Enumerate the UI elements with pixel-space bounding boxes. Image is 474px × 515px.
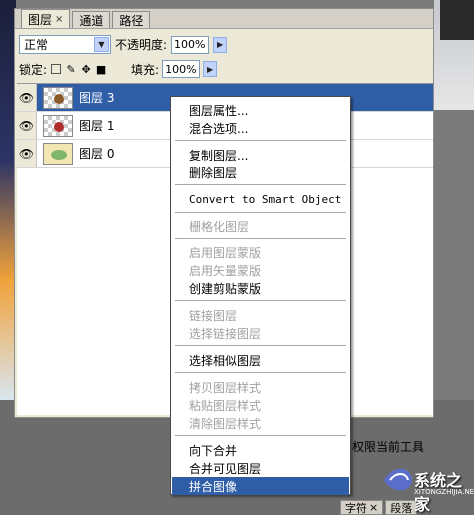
menu-item-enable-layer-mask: 启用图层蒙版 [189,245,262,260]
chevron-right-icon[interactable]: ▶ [213,36,228,53]
layer-name: 图层 3 [79,91,115,105]
menu-item-flatten-image[interactable]: 拼合图像 [172,477,349,495]
lock-fill-row: 锁定: ✎ ✥ ■ 填充: 100% ▶ [19,60,218,78]
blend-mode-select[interactable]: 正常 ▼ [19,35,111,54]
menu-divider [175,300,346,301]
tab-label: 通道 [79,13,104,28]
lock-label: 锁定: [19,62,48,77]
menu-divider [175,372,346,373]
fill-label: 填充: [131,62,160,77]
menu-item-paste-layer-style: 粘贴图层样式 [189,398,262,413]
layer-name: 图层 1 [79,119,115,133]
menu-item-clear-layer-style: 清除图层样式 [189,416,262,431]
tab-layers[interactable]: 图层 × [21,9,71,28]
menu-item-link-layers: 链接图层 [189,308,238,323]
menu-item-create-clipping-mask[interactable]: 创建剪贴蒙版 [172,279,349,297]
menu-item-duplicate-layer[interactable]: 复制图层... [172,146,349,164]
tab-label: 字符 [345,501,367,515]
menu-item-layer-properties[interactable]: 图层属性... [172,101,349,119]
layer-thumbnail [43,114,73,137]
lock-paint-icon[interactable]: ✎ [65,63,77,76]
menu-item-merge-down[interactable]: 向下合并 [172,441,349,459]
layer-context-menu: 图层属性... 混合选项... 复制图层... 删除图层 Convert to … [170,96,351,495]
blend-mode-value: 正常 [24,38,49,52]
tab-label: 路径 [119,13,144,28]
menu-item-rasterize-layer: 栅格化图层 [189,219,250,234]
blend-opacity-row: 正常 ▼ 不透明度: 100% ▶ [19,35,228,54]
menu-item-convert-smart-object[interactable]: Convert to Smart Object [172,190,349,208]
tab-paragraph[interactable]: 段落 [385,500,418,515]
tool-text: 权限当前工具 [352,440,425,454]
menu-divider [175,345,346,346]
layer-name: 图层 0 [79,147,115,161]
panel-tabs: 图层 × 通道 路径 [15,9,433,29]
canvas-background-right-dark [440,0,474,40]
layer-thumbnail [43,86,73,109]
menu-divider [175,435,346,436]
lock-transparent-icon[interactable] [50,63,62,75]
tab-character[interactable]: 字符 × [340,500,384,515]
menu-item-delete-layer[interactable]: 删除图层 [172,163,349,181]
fill-input[interactable]: 100% [162,60,201,78]
menu-divider [175,238,346,239]
tab-label: 段落 [390,501,413,515]
close-icon[interactable]: × [369,501,378,514]
menu-item-select-similar-layers[interactable]: 选择相似图层 [172,351,349,369]
chevron-down-icon[interactable]: ▼ [94,37,109,52]
eye-icon[interactable]: 👁 [17,112,37,139]
tab-paths[interactable]: 路径 [112,11,151,28]
opacity-label: 不透明度: [115,38,168,52]
menu-divider [175,140,346,141]
eye-icon[interactable]: 👁 [17,140,37,167]
lock-move-icon[interactable]: ✥ [80,63,92,76]
menu-divider [175,212,346,213]
chevron-right-icon[interactable]: ▶ [203,61,218,77]
tab-label: 图层 [28,12,53,27]
lock-all-icon[interactable]: ■ [95,63,107,76]
bottom-panel-tabs: 字符 × 段落 [340,500,418,515]
menu-item-enable-vector-mask: 启用矢量蒙版 [189,263,262,278]
opacity-input[interactable]: 100% [171,35,210,54]
menu-item-blending-options[interactable]: 混合选项... [172,119,349,137]
tab-channels[interactable]: 通道 [72,11,111,28]
close-icon[interactable]: × [55,14,63,25]
layer-thumbnail [43,142,73,165]
menu-divider [175,184,346,185]
watermark-url: XITONGZHIJIA.NET [414,488,474,496]
menu-item-select-linked-layers: 选择链接图层 [189,326,262,341]
menu-item-copy-layer-style: 拷贝图层样式 [189,380,262,395]
eye-icon[interactable]: 👁 [17,84,37,111]
menu-item-merge-visible[interactable]: 合并可见图层 [172,459,349,477]
